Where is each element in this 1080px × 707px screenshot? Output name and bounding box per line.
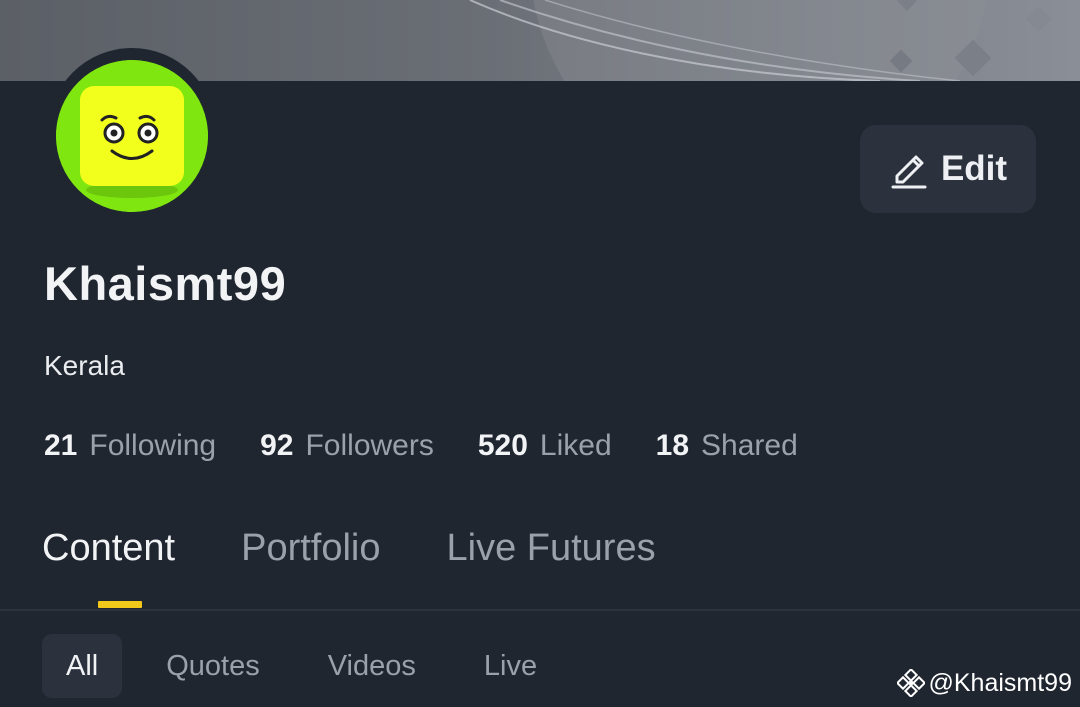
stat-value: 21 <box>44 429 78 462</box>
pencil-icon <box>891 155 927 189</box>
stat-following[interactable]: 21 Following <box>44 429 216 463</box>
content-filters: All Quotes Videos Live <box>42 634 581 698</box>
stat-label: Liked <box>539 429 612 462</box>
stat-shared[interactable]: 18 Shared <box>656 429 798 463</box>
stat-label: Followers <box>305 429 434 462</box>
smiley-face-icon <box>56 60 208 212</box>
stat-label: Shared <box>701 429 798 462</box>
stat-value: 18 <box>655 429 690 462</box>
stat-followers[interactable]: 92 Followers <box>260 429 434 463</box>
binance-logo-icon <box>896 669 925 697</box>
filter-quotes[interactable]: Quotes <box>142 634 284 698</box>
stat-value: 520 <box>477 429 528 462</box>
tab-live-futures[interactable]: Live Futures <box>447 527 656 587</box>
edit-profile-button[interactable]: Edit <box>860 125 1036 213</box>
profile-stats: 21 Following 92 Followers 520 Liked 18 S… <box>44 429 842 469</box>
profile-tabs: Content Portfolio Live Futures <box>42 527 722 587</box>
location: Kerala <box>44 350 125 381</box>
filter-live[interactable]: Live <box>460 634 561 698</box>
tab-content[interactable]: Content <box>42 527 175 587</box>
username: Khaismt99 <box>44 257 287 310</box>
tab-portfolio[interactable]: Portfolio <box>241 527 380 587</box>
stat-value: 92 <box>260 429 294 462</box>
tabs-divider <box>0 609 1080 611</box>
avatar[interactable] <box>56 60 208 212</box>
stat-liked[interactable]: 520 Liked <box>478 429 612 463</box>
watermark: @Khaismt99 <box>896 667 1073 699</box>
watermark-text: @Khaismt99 <box>928 668 1073 697</box>
profile-page: Edit Khaismt99 Kerala 21 Following 92 Fo… <box>0 0 1080 707</box>
active-tab-indicator <box>98 601 142 608</box>
stat-label: Following <box>89 429 217 462</box>
edit-button-label: Edit <box>940 149 1008 188</box>
filter-videos[interactable]: Videos <box>304 634 440 698</box>
filter-all[interactable]: All <box>42 634 123 698</box>
